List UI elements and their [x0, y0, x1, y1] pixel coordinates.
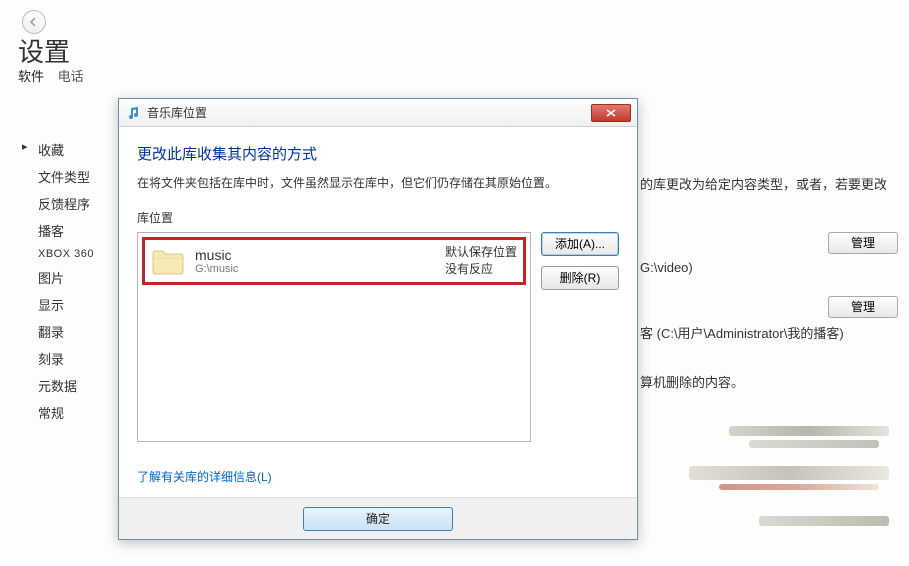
sidebar: 收藏 文件类型 反馈程序 播客 XBOX 360 图片 显示 翻录 刻录 元数据… — [28, 140, 108, 430]
learn-more-link[interactable]: 了解有关库的详细信息(L) — [137, 468, 272, 485]
entry-status-response: 没有反应 — [445, 261, 517, 278]
sidebar-item-favorites[interactable]: 收藏 — [28, 140, 108, 159]
back-button — [22, 10, 46, 34]
sidebar-item-xbox360[interactable]: XBOX 360 — [28, 248, 108, 260]
decorative-smudge — [649, 426, 899, 546]
list-label: 库位置 — [137, 209, 619, 226]
tab-phone[interactable]: 电话 — [58, 69, 84, 84]
sidebar-item-pictures[interactable]: 图片 — [28, 268, 108, 287]
page-title: 设置 — [18, 32, 70, 69]
back-arrow-icon — [28, 16, 40, 28]
close-button[interactable] — [591, 104, 631, 122]
sidebar-item-rip[interactable]: 翻录 — [28, 322, 108, 341]
dialog-titlebar: 音乐库位置 — [119, 99, 637, 127]
manage-button-1[interactable]: 管理 — [828, 232, 898, 254]
remove-button[interactable]: 删除(R) — [541, 266, 619, 290]
library-entry-highlight[interactable]: music G:\music 默认保存位置 没有反应 — [142, 237, 526, 285]
sidebar-item-filetypes[interactable]: 文件类型 — [28, 167, 108, 186]
add-button[interactable]: 添加(A)... — [541, 232, 619, 256]
bg-text-1: 的库更改为给定内容类型，或者，若要更改 — [640, 174, 887, 193]
dialog-description: 在将文件夹包括在库中时，文件虽然显示在库中，但它们仍存储在其原始位置。 — [137, 174, 619, 191]
sidebar-item-burn[interactable]: 刻录 — [28, 349, 108, 368]
entry-status-default: 默认保存位置 — [445, 244, 517, 261]
sidebar-item-feedback[interactable]: 反馈程序 — [28, 194, 108, 213]
music-library-dialog: 音乐库位置 更改此库收集其内容的方式 在将文件夹包括在库中时，文件虽然显示在库中… — [118, 98, 638, 540]
bg-text-4: 算机删除的内容。 — [640, 372, 744, 391]
library-locations-listbox[interactable]: music G:\music 默认保存位置 没有反应 — [137, 232, 531, 442]
ok-button[interactable]: 确定 — [303, 507, 453, 531]
dialog-heading: 更改此库收集其内容的方式 — [137, 143, 619, 164]
dialog-title: 音乐库位置 — [147, 104, 591, 121]
bg-text-3: 客 (C:\用户\Administrator\我的播客) — [640, 323, 844, 342]
sidebar-item-podcast[interactable]: 播客 — [28, 221, 108, 240]
dialog-footer: 确定 — [119, 497, 637, 539]
manage-button-2[interactable]: 管理 — [828, 296, 898, 318]
sidebar-item-general[interactable]: 常规 — [28, 403, 108, 422]
tabs-row: 软件 电话 — [18, 66, 94, 85]
music-note-icon — [125, 105, 141, 121]
folder-icon — [151, 246, 185, 276]
sidebar-item-metadata[interactable]: 元数据 — [28, 376, 108, 395]
sidebar-item-display[interactable]: 显示 — [28, 295, 108, 314]
close-icon — [606, 109, 616, 117]
entry-name: music — [195, 247, 445, 263]
dialog-body: 更改此库收集其内容的方式 在将文件夹包括在库中时，文件虽然显示在库中，但它们仍存… — [119, 127, 637, 497]
tab-software[interactable]: 软件 — [18, 69, 44, 84]
bg-text-2: G:\video) — [640, 260, 693, 275]
entry-path: G:\music — [195, 263, 445, 275]
